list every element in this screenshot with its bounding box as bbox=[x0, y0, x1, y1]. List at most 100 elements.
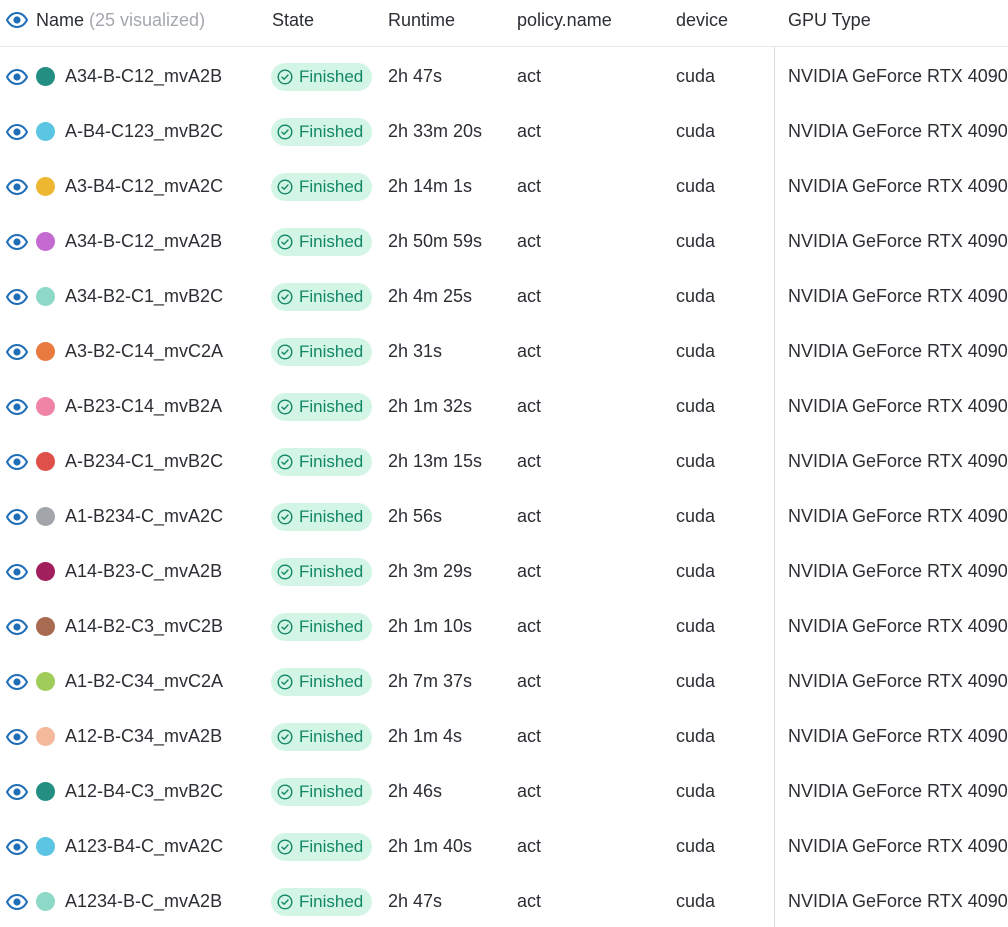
run-name[interactable]: A1-B234-C_mvA2C bbox=[65, 487, 223, 546]
eye-icon[interactable] bbox=[6, 783, 28, 800]
run-name[interactable]: A34-B2-C1_mvB2C bbox=[65, 267, 223, 326]
run-name[interactable]: A34-B-C12_mvA2B bbox=[65, 47, 222, 106]
gpu-type-column-header[interactable]: GPU Type bbox=[788, 0, 871, 40]
row-visibility-toggle[interactable] bbox=[6, 432, 28, 491]
color-dot[interactable] bbox=[36, 397, 55, 416]
row-visibility-toggle[interactable] bbox=[6, 872, 28, 927]
eye-icon[interactable] bbox=[6, 563, 28, 580]
color-dot[interactable] bbox=[36, 177, 55, 196]
policy-column-header[interactable]: policy.name bbox=[517, 0, 612, 40]
run-name[interactable]: A1234-B-C_mvA2B bbox=[65, 872, 222, 927]
run-name[interactable]: A12-B-C34_mvA2B bbox=[65, 707, 222, 766]
run-name[interactable]: A123-B4-C_mvA2C bbox=[65, 817, 223, 876]
color-dot[interactable] bbox=[36, 122, 55, 141]
color-dot[interactable] bbox=[36, 672, 55, 691]
table-row[interactable]: A123-B4-C_mvA2C Finished 2h 1m 40s act cuda N… bbox=[0, 817, 1008, 872]
color-dot[interactable] bbox=[36, 617, 55, 636]
run-name[interactable]: A-B234-C1_mvB2C bbox=[65, 432, 223, 491]
run-color-swatch[interactable] bbox=[36, 817, 55, 876]
run-color-swatch[interactable] bbox=[36, 102, 55, 161]
table-row[interactable]: A3-B2-C14_mvC2A Finished 2h 31s act cuda NVID… bbox=[0, 322, 1008, 377]
row-visibility-toggle[interactable] bbox=[6, 47, 28, 106]
run-name[interactable]: A-B4-C123_mvB2C bbox=[65, 102, 223, 161]
row-visibility-toggle[interactable] bbox=[6, 157, 28, 216]
name-column-header[interactable]: Name (25 visualized) bbox=[6, 0, 205, 40]
color-dot[interactable] bbox=[36, 232, 55, 251]
row-visibility-toggle[interactable] bbox=[6, 487, 28, 546]
table-row[interactable]: A34-B-C12_mvA2B Finished 2h 50m 59s act cuda… bbox=[0, 212, 1008, 267]
row-visibility-toggle[interactable] bbox=[6, 817, 28, 876]
eye-icon[interactable] bbox=[6, 288, 28, 305]
run-name[interactable]: A-B23-C14_mvB2A bbox=[65, 377, 222, 436]
table-row[interactable]: A-B234-C1_mvB2C Finished 2h 13m 15s act cuda… bbox=[0, 432, 1008, 487]
table-row[interactable]: A34-B2-C1_mvB2C Finished 2h 4m 25s act cuda N… bbox=[0, 267, 1008, 322]
run-color-swatch[interactable] bbox=[36, 872, 55, 927]
table-row[interactable]: A-B23-C14_mvB2A Finished 2h 1m 32s act cuda N… bbox=[0, 377, 1008, 432]
table-row[interactable]: A-B4-C123_mvB2C Finished 2h 33m 20s act cuda… bbox=[0, 102, 1008, 157]
row-visibility-toggle[interactable] bbox=[6, 322, 28, 381]
eye-icon[interactable] bbox=[6, 893, 28, 910]
color-dot[interactable] bbox=[36, 892, 55, 911]
eye-icon[interactable] bbox=[6, 838, 28, 855]
run-name[interactable]: A14-B2-C3_mvC2B bbox=[65, 597, 223, 656]
run-color-swatch[interactable] bbox=[36, 212, 55, 271]
eye-icon[interactable] bbox=[6, 12, 28, 28]
run-name[interactable]: A14-B23-C_mvA2B bbox=[65, 542, 222, 601]
run-color-swatch[interactable] bbox=[36, 47, 55, 106]
color-dot[interactable] bbox=[36, 67, 55, 86]
run-color-swatch[interactable] bbox=[36, 542, 55, 601]
run-color-swatch[interactable] bbox=[36, 377, 55, 436]
eye-icon[interactable] bbox=[6, 123, 28, 140]
row-visibility-toggle[interactable] bbox=[6, 267, 28, 326]
row-visibility-toggle[interactable] bbox=[6, 597, 28, 656]
run-color-swatch[interactable] bbox=[36, 707, 55, 766]
run-color-swatch[interactable] bbox=[36, 322, 55, 381]
runtime-column-header[interactable]: Runtime bbox=[388, 0, 455, 40]
row-visibility-toggle[interactable] bbox=[6, 212, 28, 271]
run-name[interactable]: A1-B2-C34_mvC2A bbox=[65, 652, 223, 711]
run-color-swatch[interactable] bbox=[36, 597, 55, 656]
run-name[interactable]: A3-B4-C12_mvA2C bbox=[65, 157, 223, 216]
row-visibility-toggle[interactable] bbox=[6, 542, 28, 601]
eye-icon[interactable] bbox=[6, 398, 28, 415]
table-row[interactable]: A1234-B-C_mvA2B Finished 2h 47s act cuda NVID… bbox=[0, 872, 1008, 927]
color-dot[interactable] bbox=[36, 562, 55, 581]
run-name[interactable]: A12-B4-C3_mvB2C bbox=[65, 762, 223, 821]
run-color-swatch[interactable] bbox=[36, 267, 55, 326]
eye-icon[interactable] bbox=[6, 673, 28, 690]
table-row[interactable]: A1-B234-C_mvA2C Finished 2h 56s act cuda NVID… bbox=[0, 487, 1008, 542]
table-row[interactable]: A14-B2-C3_mvC2B Finished 2h 1m 10s act cuda N… bbox=[0, 597, 1008, 652]
run-color-swatch[interactable] bbox=[36, 652, 55, 711]
color-dot[interactable] bbox=[36, 287, 55, 306]
table-row[interactable]: A34-B-C12_mvA2B Finished 2h 47s act cuda NVID… bbox=[0, 47, 1008, 102]
run-color-swatch[interactable] bbox=[36, 762, 55, 821]
color-dot[interactable] bbox=[36, 727, 55, 746]
table-row[interactable]: A14-B23-C_mvA2B Finished 2h 3m 29s act cuda N… bbox=[0, 542, 1008, 597]
run-color-swatch[interactable] bbox=[36, 487, 55, 546]
color-dot[interactable] bbox=[36, 452, 55, 471]
device-column-header[interactable]: device bbox=[676, 0, 728, 40]
eye-icon[interactable] bbox=[6, 453, 28, 470]
table-row[interactable]: A1-B2-C34_mvC2A Finished 2h 7m 37s act cuda N… bbox=[0, 652, 1008, 707]
run-color-swatch[interactable] bbox=[36, 157, 55, 216]
row-visibility-toggle[interactable] bbox=[6, 377, 28, 436]
eye-icon[interactable] bbox=[6, 178, 28, 195]
eye-icon[interactable] bbox=[6, 728, 28, 745]
state-column-header[interactable]: State bbox=[272, 0, 314, 40]
row-visibility-toggle[interactable] bbox=[6, 102, 28, 161]
color-dot[interactable] bbox=[36, 342, 55, 361]
table-row[interactable]: A12-B4-C3_mvB2C Finished 2h 46s act cuda NVID… bbox=[0, 762, 1008, 817]
eye-icon[interactable] bbox=[6, 343, 28, 360]
row-visibility-toggle[interactable] bbox=[6, 762, 28, 821]
eye-icon[interactable] bbox=[6, 618, 28, 635]
color-dot[interactable] bbox=[36, 507, 55, 526]
eye-icon[interactable] bbox=[6, 68, 28, 85]
table-row[interactable]: A3-B4-C12_mvA2C Finished 2h 14m 1s act cuda N… bbox=[0, 157, 1008, 212]
eye-icon[interactable] bbox=[6, 508, 28, 525]
row-visibility-toggle[interactable] bbox=[6, 652, 28, 711]
run-name[interactable]: A3-B2-C14_mvC2A bbox=[65, 322, 223, 381]
run-name[interactable]: A34-B-C12_mvA2B bbox=[65, 212, 222, 271]
run-color-swatch[interactable] bbox=[36, 432, 55, 491]
color-dot[interactable] bbox=[36, 782, 55, 801]
table-row[interactable]: A12-B-C34_mvA2B Finished 2h 1m 4s act cuda NV… bbox=[0, 707, 1008, 762]
